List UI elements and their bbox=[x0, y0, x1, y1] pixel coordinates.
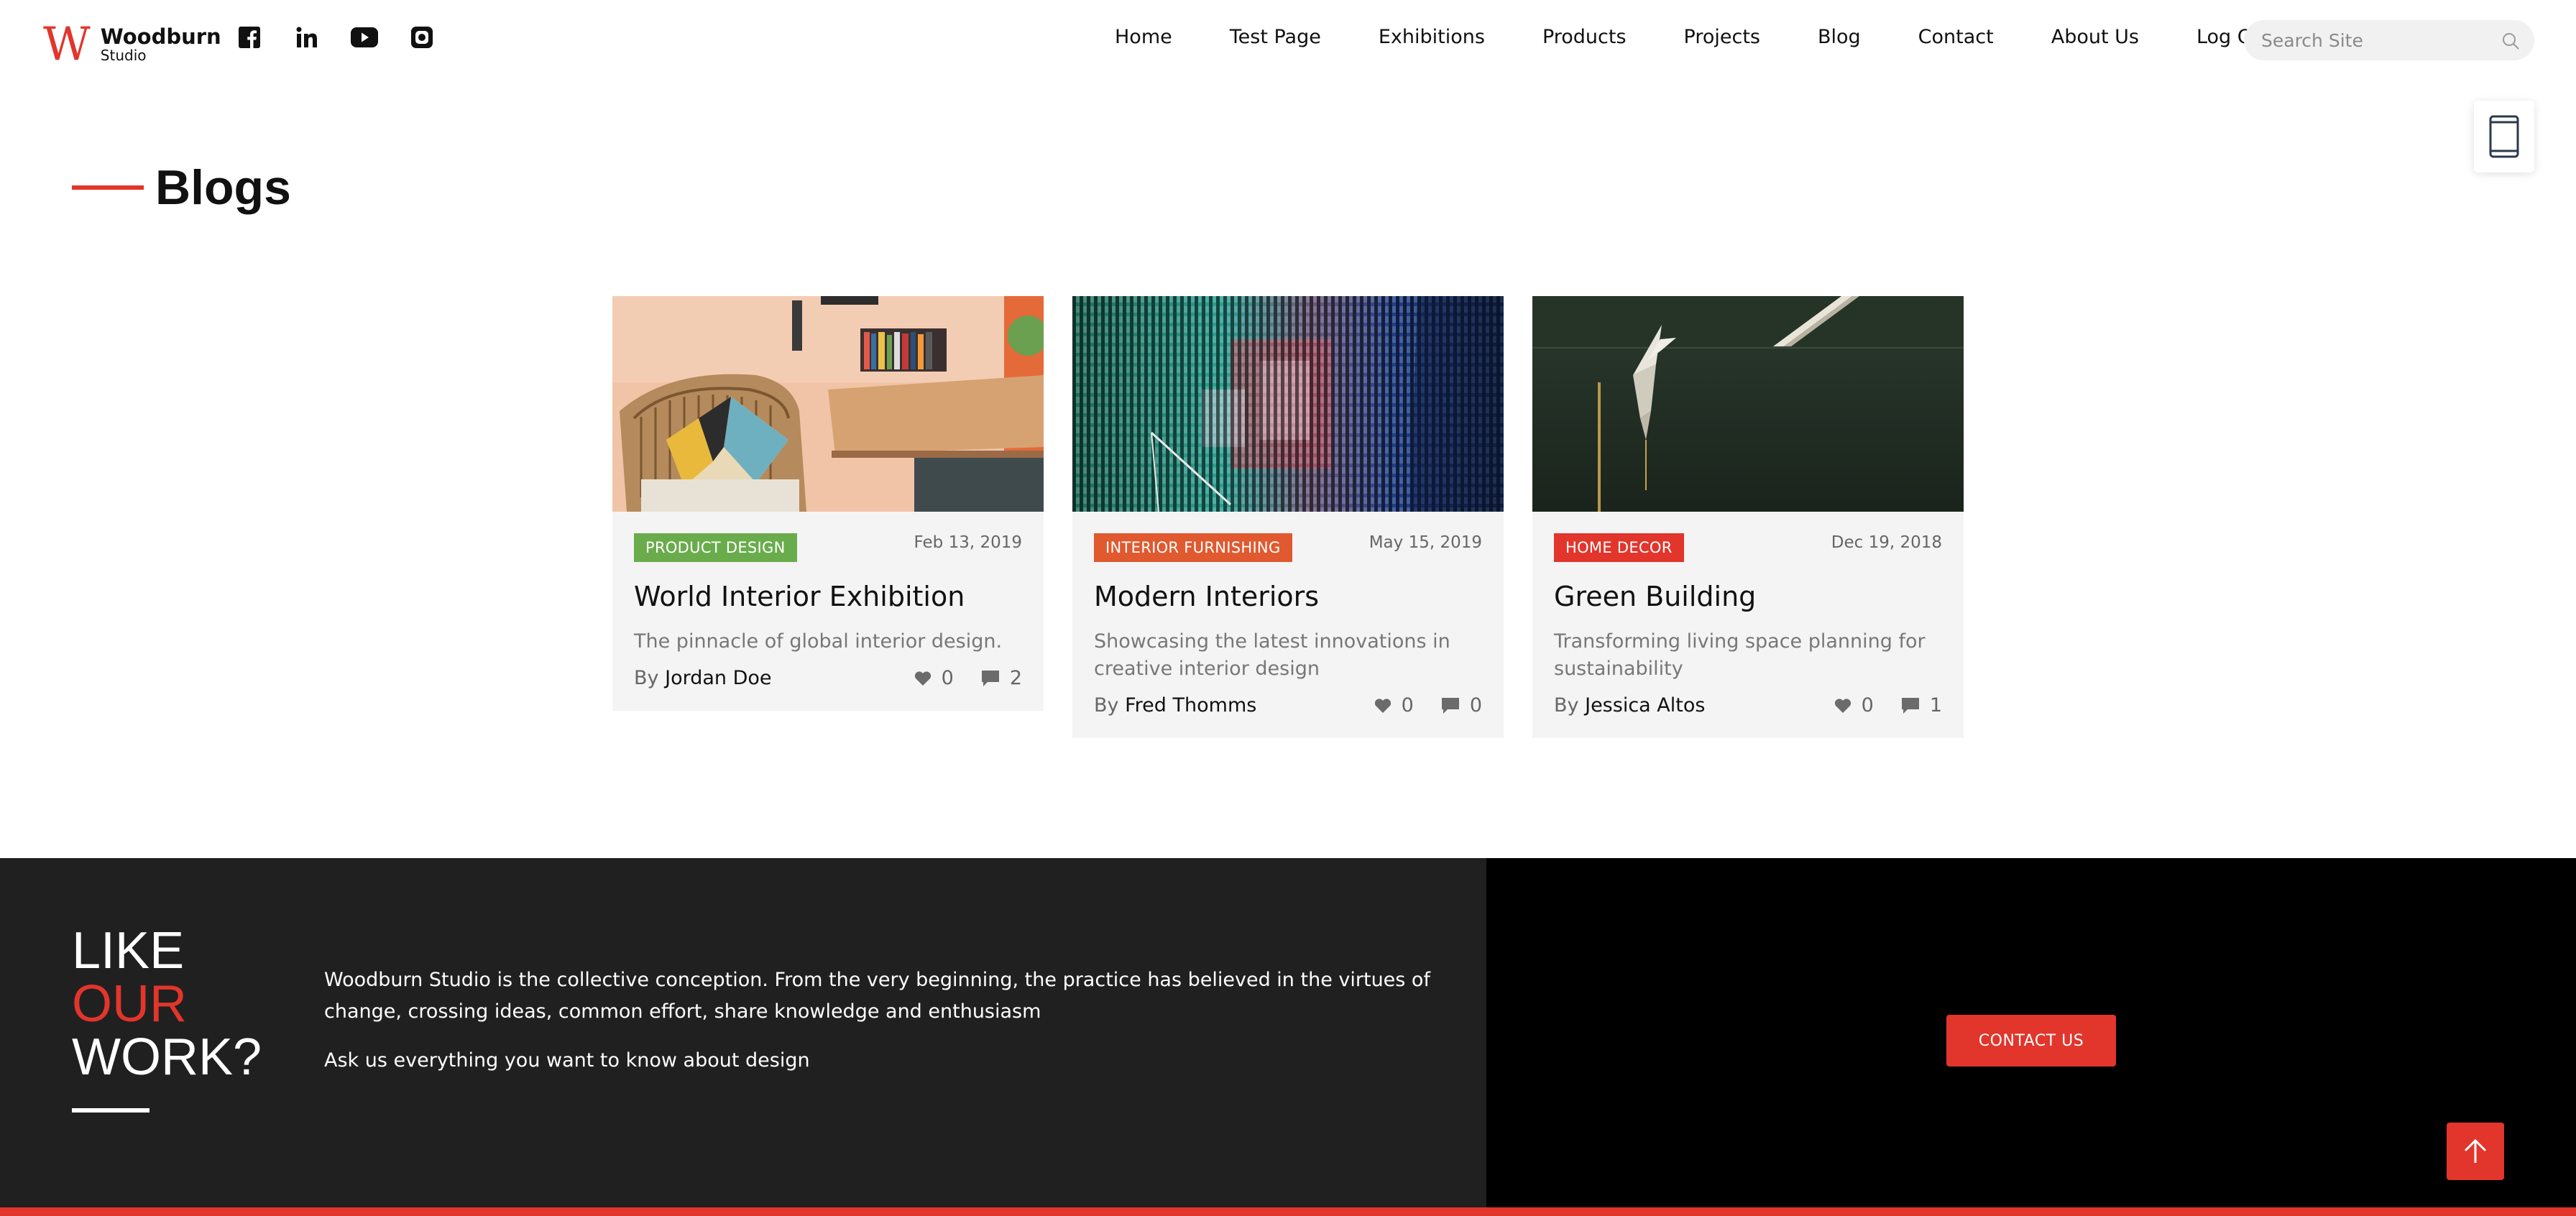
main-nav: Home Test Page Exhibitions Products Proj… bbox=[1115, 26, 2273, 48]
post-author[interactable]: Jordan Doe bbox=[665, 667, 771, 689]
arrow-up-icon bbox=[2464, 1138, 2487, 1163]
social-links bbox=[234, 24, 438, 50]
post-byline: By Jessica Altos bbox=[1554, 694, 1705, 717]
category-badge[interactable]: PRODUCT DESIGN bbox=[634, 533, 797, 562]
like-count: 0 bbox=[941, 667, 954, 689]
nav-contact[interactable]: Contact bbox=[1918, 26, 1994, 48]
blog-card-body: INTERIOR FURNISHING May 15, 2019 Modern … bbox=[1072, 512, 1504, 738]
cta-underline bbox=[72, 1108, 150, 1113]
page-title-row: Blogs bbox=[72, 160, 291, 216]
title-accent-bar bbox=[72, 185, 144, 190]
post-stats: 0 0 bbox=[1374, 694, 1482, 717]
post-author[interactable]: Fred Thomms bbox=[1125, 694, 1256, 717]
comment-count: 1 bbox=[1929, 694, 1942, 717]
tablet-preview-button[interactable] bbox=[2474, 101, 2534, 172]
post-title[interactable]: Modern Interiors bbox=[1094, 581, 1482, 612]
logo-name: Woodburn bbox=[100, 24, 221, 50]
by-label: By bbox=[634, 667, 659, 689]
tablet-icon bbox=[2489, 115, 2519, 158]
heart-icon bbox=[1834, 698, 1851, 713]
cta-left-panel: LIKE OUR WORK? Woodburn Studio is the co… bbox=[0, 858, 1486, 1207]
post-title[interactable]: World Interior Exhibition bbox=[634, 581, 1022, 612]
cta-description: Woodburn Studio is the collective concep… bbox=[324, 969, 1430, 1023]
logo-text: Woodburn Studio bbox=[101, 26, 221, 63]
post-excerpt: Showcasing the latest innovations in cre… bbox=[1094, 630, 1450, 680]
instagram-icon[interactable] bbox=[406, 24, 438, 50]
comment-stat[interactable]: 1 bbox=[1901, 694, 1942, 717]
site-logo[interactable]: W Woodburn Studio bbox=[43, 22, 221, 68]
blog-card[interactable]: PRODUCT DESIGN Feb 13, 2019 World Interi… bbox=[612, 296, 1044, 711]
page-title: Blogs bbox=[155, 160, 291, 215]
blog-card-body: PRODUCT DESIGN Feb 13, 2019 World Interi… bbox=[612, 512, 1044, 711]
cta-section: LIKE OUR WORK? Woodburn Studio is the co… bbox=[0, 858, 2576, 1207]
comment-count: 2 bbox=[1009, 667, 1022, 689]
category-badge[interactable]: HOME DECOR bbox=[1554, 533, 1684, 562]
blog-card[interactable]: HOME DECOR Dec 19, 2018 Green Building T… bbox=[1532, 296, 1964, 738]
post-date: Feb 13, 2019 bbox=[914, 533, 1022, 552]
comment-icon bbox=[1901, 697, 1919, 714]
like-count: 0 bbox=[1861, 694, 1874, 717]
post-meta: By Jessica Altos 0 1 bbox=[1554, 694, 1942, 717]
linkedin-icon[interactable] bbox=[291, 24, 323, 50]
nav-products[interactable]: Products bbox=[1542, 26, 1627, 48]
by-label: By bbox=[1094, 694, 1119, 717]
site-header: W Woodburn Studio Home Test Page Exhibit… bbox=[0, 0, 2576, 80]
nav-test-page[interactable]: Test Page bbox=[1230, 26, 1321, 48]
footer-accent-strip bbox=[0, 1207, 2576, 1216]
category-badge[interactable]: INTERIOR FURNISHING bbox=[1094, 533, 1292, 562]
post-byline: By Fred Thomms bbox=[1094, 694, 1256, 717]
like-count: 0 bbox=[1401, 694, 1414, 717]
cta-line-3: WORK? bbox=[72, 1028, 262, 1086]
logo-sub: Studio bbox=[100, 46, 147, 64]
heart-icon bbox=[914, 671, 931, 686]
comment-stat[interactable]: 0 bbox=[1441, 694, 1482, 717]
cta-subtext: Ask us everything you want to know about… bbox=[324, 1049, 810, 1072]
nav-projects[interactable]: Projects bbox=[1684, 26, 1760, 48]
comment-stat[interactable]: 2 bbox=[981, 667, 1022, 689]
nav-exhibitions[interactable]: Exhibitions bbox=[1379, 26, 1485, 48]
blog-card-image[interactable] bbox=[1072, 296, 1504, 512]
comment-icon bbox=[1441, 697, 1459, 714]
cta-line-1: LIKE bbox=[72, 922, 185, 980]
post-meta: By Jordan Doe 0 2 bbox=[634, 667, 1022, 689]
like-stat[interactable]: 0 bbox=[1834, 694, 1874, 717]
post-stats: 0 2 bbox=[914, 667, 1022, 689]
post-stats: 0 1 bbox=[1834, 694, 1942, 717]
post-author[interactable]: Jessica Altos bbox=[1585, 694, 1705, 717]
blog-card-image[interactable] bbox=[612, 296, 1044, 512]
post-excerpt: Transforming living space planning for s… bbox=[1554, 630, 1926, 680]
blog-card[interactable]: INTERIOR FURNISHING May 15, 2019 Modern … bbox=[1072, 296, 1504, 738]
heart-icon bbox=[1374, 698, 1391, 713]
blog-card-image[interactable] bbox=[1532, 296, 1964, 512]
search-input[interactable] bbox=[2261, 20, 2491, 60]
nav-home[interactable]: Home bbox=[1115, 26, 1172, 48]
post-date: May 15, 2019 bbox=[1368, 533, 1482, 552]
search-box bbox=[2244, 20, 2534, 60]
search-icon[interactable] bbox=[2501, 32, 2520, 50]
nav-blog[interactable]: Blog bbox=[1818, 26, 1861, 48]
cta-line-2: OUR bbox=[72, 975, 187, 1033]
nav-about-us[interactable]: About Us bbox=[2051, 26, 2139, 48]
post-date: Dec 19, 2018 bbox=[1831, 533, 1942, 552]
youtube-icon[interactable] bbox=[349, 24, 380, 50]
post-excerpt: The pinnacle of global interior design. bbox=[634, 630, 1003, 653]
logo-mark: W bbox=[43, 18, 91, 71]
comment-icon bbox=[981, 670, 999, 686]
post-title[interactable]: Green Building bbox=[1554, 581, 1942, 612]
facebook-icon[interactable] bbox=[234, 24, 265, 50]
post-meta: By Fred Thomms 0 0 bbox=[1094, 694, 1482, 717]
blog-card-body: HOME DECOR Dec 19, 2018 Green Building T… bbox=[1532, 512, 1964, 738]
like-stat[interactable]: 0 bbox=[914, 667, 954, 689]
post-byline: By Jordan Doe bbox=[634, 667, 772, 689]
cta-heading: LIKE OUR WORK? bbox=[72, 924, 262, 1084]
back-to-top-button[interactable] bbox=[2447, 1123, 2504, 1180]
like-stat[interactable]: 0 bbox=[1374, 694, 1414, 717]
by-label: By bbox=[1554, 694, 1579, 717]
contact-us-button[interactable]: CONTACT US bbox=[1946, 1015, 2116, 1067]
comment-count: 0 bbox=[1469, 694, 1482, 717]
